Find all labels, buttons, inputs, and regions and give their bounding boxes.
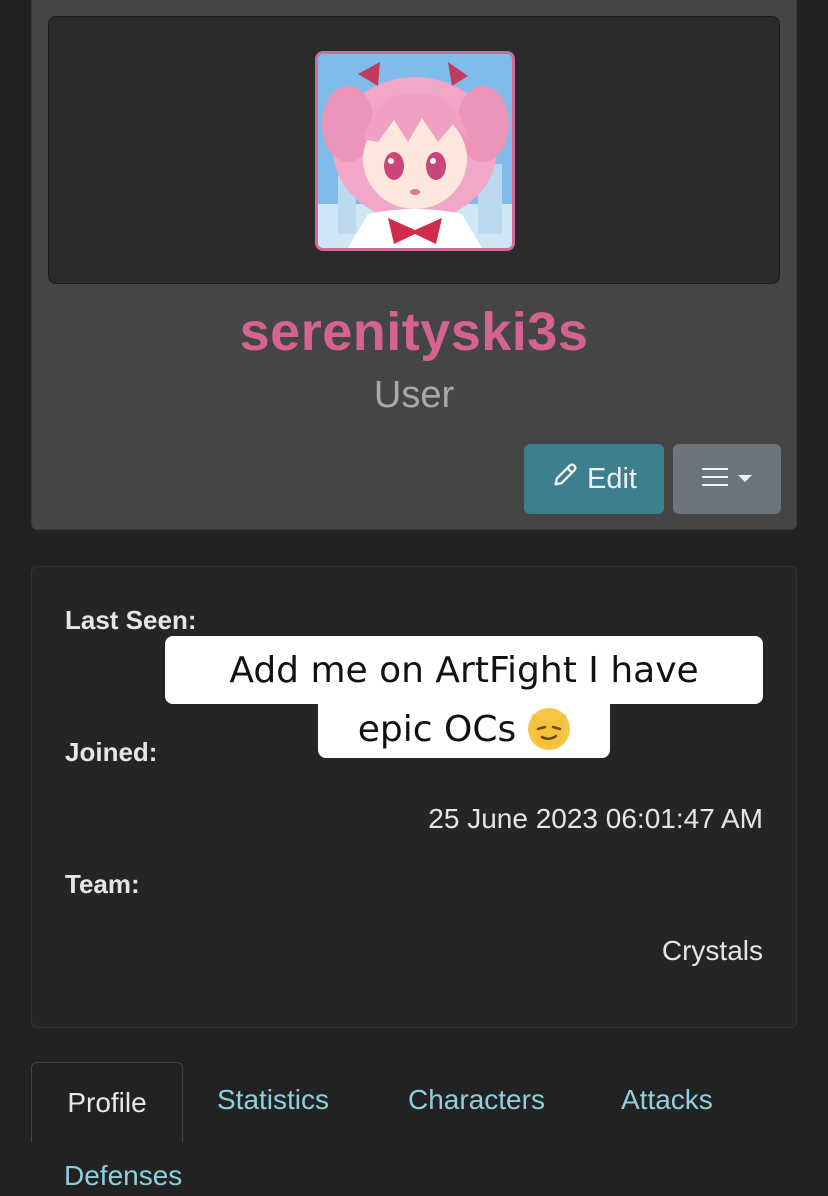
joined-value: 25 June 2023 06:01:47 AM (428, 803, 763, 834)
profile-header-card: serenityski3s User Edit (31, 0, 797, 530)
caption-line-2: epic OCs (318, 700, 610, 758)
joined-label: Joined: (65, 737, 158, 767)
pencil-icon (551, 461, 579, 497)
user-role: User (373, 374, 455, 416)
menu-dropdown-button[interactable] (673, 444, 781, 514)
hamburger-icon (702, 466, 728, 493)
tab-defenses[interactable]: Defenses (64, 1160, 182, 1192)
avatar-image (318, 54, 512, 248)
smirking-cat-emoji-icon (528, 708, 571, 750)
tab-profile[interactable]: Profile (31, 1062, 183, 1142)
edit-button-label: Edit (587, 462, 637, 495)
last-seen-label: Last Seen: (65, 605, 197, 635)
tab-profile-label: Profile (67, 1086, 147, 1118)
profile-banner (48, 16, 780, 284)
caption-text-1: Add me on ArtFight I have (229, 649, 699, 691)
team-value: Crystals (661, 935, 763, 966)
caption-line-1: Add me on ArtFight I have (165, 636, 763, 704)
edit-button[interactable]: Edit (524, 444, 664, 514)
tab-characters[interactable]: Characters (408, 1084, 545, 1116)
team-label: Team: (65, 869, 140, 899)
caption-text-2: epic OCs (357, 708, 517, 750)
tab-statistics[interactable]: Statistics (217, 1084, 329, 1116)
tab-attacks[interactable]: Attacks (621, 1084, 713, 1116)
avatar[interactable] (315, 51, 515, 251)
caret-down-icon (738, 470, 752, 488)
username: serenityski3s (239, 302, 589, 362)
